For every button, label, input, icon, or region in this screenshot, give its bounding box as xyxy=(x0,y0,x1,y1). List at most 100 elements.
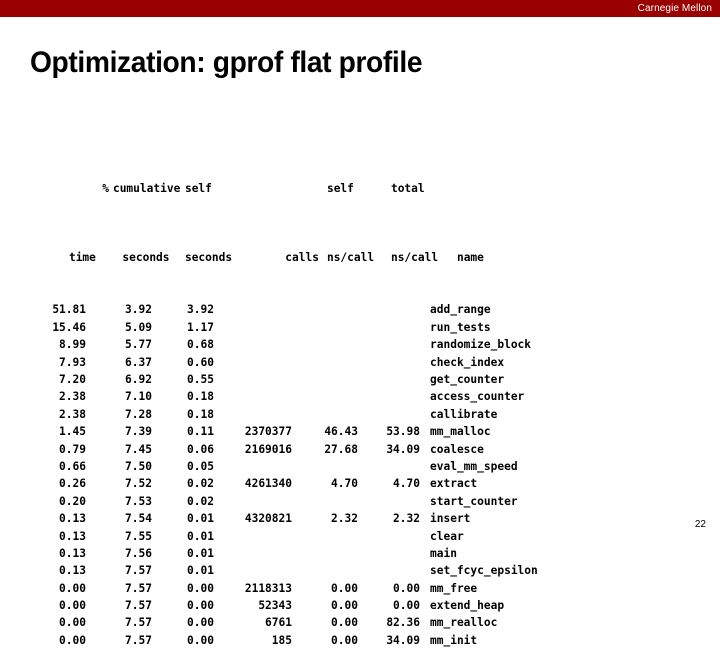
table-row: 2.38 7.10 0.18 access_counter xyxy=(38,388,637,405)
cell-calls: 2118313 xyxy=(244,581,292,595)
header-function-name: name xyxy=(456,251,484,265)
header-cumulative-seconds: seconds xyxy=(122,251,170,265)
cell-percent-time: 0.00 xyxy=(59,633,86,647)
cell-calls: 2169016 xyxy=(244,442,292,456)
cell-self-seconds: 0.01 xyxy=(187,546,214,560)
header-calls: calls xyxy=(285,251,319,265)
cell-self-seconds: 0.00 xyxy=(187,633,214,647)
cell-calls: 2370377 xyxy=(244,425,292,439)
cell-total-ns-per-call: 34.09 xyxy=(386,442,420,456)
cell-percent-time: 0.00 xyxy=(59,599,86,613)
table-row: 0.26 7.52 0.02 4261340 4.70 4.70 extract xyxy=(38,475,637,492)
table-row: 0.00 7.57 0.00 2118313 0.00 0.00 mm_free xyxy=(38,580,637,597)
header-banner: Carnegie Mellon xyxy=(0,0,720,17)
table-header-row-1: % cumulative self self total xyxy=(38,162,637,195)
cell-self-seconds: 0.55 xyxy=(187,373,214,386)
cell-percent-time: 0.00 xyxy=(59,581,86,595)
cell-cumulative-seconds: 6.37 xyxy=(125,355,152,369)
cell-function-name: coalesce xyxy=(430,442,484,456)
cell-percent-time: 0.26 xyxy=(59,477,86,491)
header-total-ns-per-call: ns/call xyxy=(390,251,439,265)
cell-cumulative-seconds: 7.39 xyxy=(125,425,152,439)
cell-cumulative-seconds: 7.53 xyxy=(125,494,152,508)
cell-self-seconds: 0.60 xyxy=(187,355,214,369)
cell-cumulative-seconds: 7.28 xyxy=(125,407,152,421)
cell-cumulative-seconds: 7.56 xyxy=(125,546,152,560)
table-row: 2.38 7.28 0.18 callibrate xyxy=(38,406,637,423)
cell-cumulative-seconds: 7.57 xyxy=(125,633,152,647)
cell-percent-time: 0.20 xyxy=(59,494,86,508)
cell-total-ns-per-call: 2.32 xyxy=(393,512,420,526)
cell-self-seconds: 0.02 xyxy=(187,477,214,491)
cell-cumulative-seconds: 7.57 xyxy=(125,581,152,595)
table-row: 0.00 7.57 0.00 6761 0.00 82.36 mm_realloc xyxy=(38,614,637,631)
cell-self-ns-per-call: 4.70 xyxy=(331,477,358,491)
header-total-nscall-top: total xyxy=(390,181,425,195)
cell-percent-time: 7.93 xyxy=(59,355,86,369)
cell-function-name: clear xyxy=(430,529,464,543)
cell-self-seconds: 0.02 xyxy=(187,494,214,508)
table-row: 0.20 7.53 0.02 start_counter xyxy=(38,493,637,510)
cell-self-ns-per-call: 46.43 xyxy=(324,425,358,439)
cell-self-seconds: 1.17 xyxy=(187,320,214,334)
header-time: time xyxy=(68,251,96,265)
cell-function-name: extend_heap xyxy=(430,599,505,613)
table-row: 15.46 5.09 1.17 run_tests xyxy=(38,319,637,336)
cell-self-seconds: 0.18 xyxy=(187,390,214,404)
cell-self-seconds: 0.00 xyxy=(187,616,214,630)
cell-cumulative-seconds: 6.92 xyxy=(125,373,152,386)
cell-cumulative-seconds: 7.57 xyxy=(125,564,152,578)
cell-calls: 185 xyxy=(271,633,292,647)
table-row: 7.20 6.92 0.55 get_counter xyxy=(38,371,637,388)
cell-total-ns-per-call: 0.00 xyxy=(393,599,420,613)
cell-self-seconds: 0.00 xyxy=(187,581,214,595)
cell-self-seconds: 0.18 xyxy=(187,407,214,421)
cell-cumulative-seconds: 7.52 xyxy=(125,477,152,491)
cell-percent-time: 15.46 xyxy=(52,320,86,334)
gprof-flat-profile-table: % cumulative self self total time seconds seco… xyxy=(38,110,637,667)
table-row: 0.00 7.57 0.00 52343 0.00 0.00 extend_heap xyxy=(38,597,637,614)
cell-percent-time: 0.66 xyxy=(59,459,86,473)
cell-cumulative-seconds: 7.50 xyxy=(125,459,152,473)
page-title: Optimization: gprof flat profile xyxy=(30,46,423,79)
cell-cumulative-seconds: 3.92 xyxy=(125,303,152,317)
cell-self-ns-per-call: 27.68 xyxy=(324,442,358,456)
cell-function-name: run_tests xyxy=(430,320,491,334)
cell-function-name: randomize_block xyxy=(430,338,532,352)
table-body: 51.81 3.92 3.92 add_range 15.46 5.09 1.17 run_t… xyxy=(38,301,637,649)
cell-function-name: insert xyxy=(430,512,471,526)
cell-percent-time: 2.38 xyxy=(59,407,86,421)
institution-label: Carnegie Mellon xyxy=(637,3,712,14)
cell-function-name: mm_malloc xyxy=(430,425,491,439)
cell-total-ns-per-call: 4.70 xyxy=(393,477,420,491)
table-row: 0.13 7.54 0.01 4320821 2.32 2.32 insert xyxy=(38,510,637,527)
cell-function-name: mm_realloc xyxy=(430,616,498,630)
cell-self-ns-per-call: 0.00 xyxy=(331,581,358,595)
table-row: 0.13 7.55 0.01 clear xyxy=(38,528,637,545)
cell-percent-time: 2.38 xyxy=(59,390,86,404)
cell-cumulative-seconds: 5.77 xyxy=(125,338,152,352)
cell-self-seconds: 0.11 xyxy=(187,425,214,439)
cell-calls: 52343 xyxy=(258,599,292,613)
cell-percent-time: 1.45 xyxy=(59,425,86,439)
cell-self-ns-per-call: 2.32 xyxy=(331,512,358,526)
cell-percent-time: 0.13 xyxy=(59,546,86,560)
cell-cumulative-seconds: 7.57 xyxy=(125,599,152,613)
cell-cumulative-seconds: 7.10 xyxy=(125,390,152,404)
cell-percent-time: 7.20 xyxy=(59,373,86,386)
cell-self-seconds: 0.01 xyxy=(187,529,214,543)
cell-self-seconds: 0.68 xyxy=(187,338,214,352)
cell-self-seconds: 0.06 xyxy=(187,442,214,456)
table-header-row-2: time seconds seconds calls ns/call ns/call nam… xyxy=(38,232,637,264)
cell-function-name: add_range xyxy=(430,303,491,317)
cell-function-name: extract xyxy=(430,477,478,491)
cell-calls: 4320821 xyxy=(244,512,292,526)
slide-page-number: 22 xyxy=(694,519,706,530)
cell-percent-time: 8.99 xyxy=(59,338,86,352)
table-row: 7.93 6.37 0.60 check_index xyxy=(38,354,637,371)
header-self-top: self xyxy=(184,181,212,195)
table-row: 51.81 3.92 3.92 add_range xyxy=(38,301,637,318)
cell-total-ns-per-call: 53.98 xyxy=(386,425,420,439)
cell-self-ns-per-call: 0.00 xyxy=(331,633,358,647)
cell-function-name: start_counter xyxy=(430,494,518,508)
